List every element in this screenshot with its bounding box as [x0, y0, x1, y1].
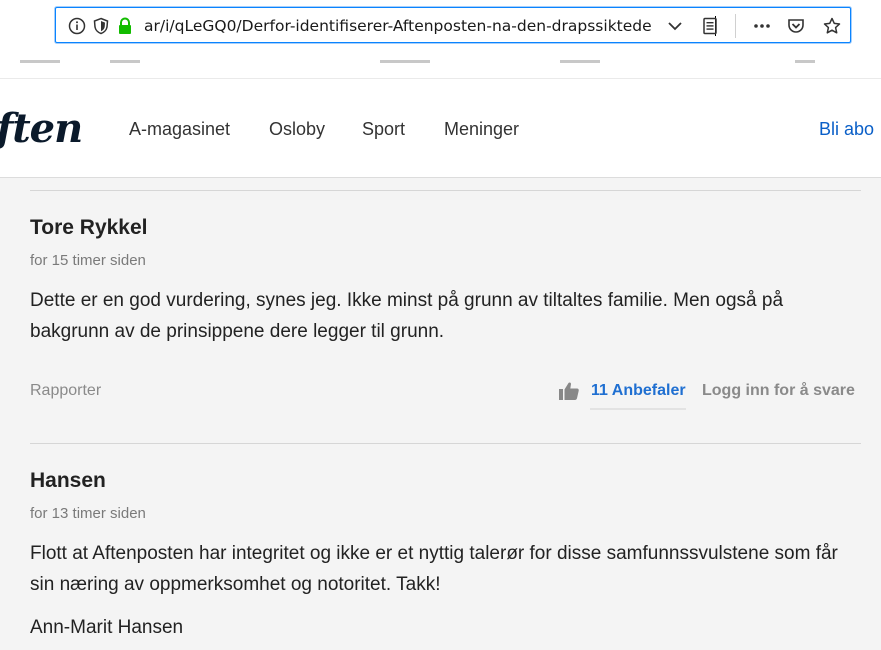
bookmark-star-icon[interactable] — [823, 17, 841, 35]
site-header: ften A-magasinet Osloby Sport Meninger B… — [0, 78, 881, 178]
comment-body: Flott at Aftenposten har integritet og i… — [30, 543, 838, 595]
reader-view-icon[interactable] — [701, 17, 719, 35]
info-icon[interactable] — [68, 17, 86, 35]
comment: Hansen for 13 timer siden Flott at Aften… — [30, 443, 861, 650]
comment-author[interactable]: Hansen — [30, 469, 106, 493]
partial-mark — [560, 60, 600, 63]
nav-meninger[interactable]: Meninger — [444, 119, 519, 140]
dropdown-icon[interactable] — [666, 17, 684, 35]
partial-mark — [110, 60, 140, 63]
lock-icon[interactable] — [116, 17, 134, 35]
partial-mark — [795, 60, 815, 63]
comment-signature: Ann-Marit Hansen — [30, 617, 184, 638]
login-to-reply-link[interactable]: Logg inn for å svare — [702, 382, 855, 400]
browser-toolbar: ar/i/qLeGQ0/Derfor-identifiserer-Aftenpo… — [0, 0, 881, 48]
thumbs-up-icon[interactable] — [558, 381, 580, 401]
site-logo[interactable]: ften — [0, 105, 83, 152]
url-text[interactable]: ar/i/qLeGQ0/Derfor-identifiserer-Aftenpo… — [144, 15, 716, 37]
nav-a-magasinet[interactable]: A-magasinet — [129, 119, 230, 140]
comments-section: Tore Rykkel for 15 timer siden Dette er … — [0, 178, 881, 650]
tracking-shield-icon[interactable] — [92, 17, 110, 35]
recommend-underline — [590, 408, 686, 410]
more-icon[interactable] — [753, 17, 771, 35]
comment-body: Dette er en god vurdering, synes jeg. Ik… — [30, 290, 784, 342]
comment-timestamp: for 13 timer siden — [30, 505, 146, 522]
comment-author[interactable]: Tore Rykkel — [30, 216, 148, 240]
pocket-icon[interactable] — [787, 17, 805, 35]
report-button[interactable]: Rapporter — [30, 382, 101, 400]
toolbar-separator — [735, 14, 736, 38]
nav-osloby[interactable]: Osloby — [269, 119, 325, 140]
comment-timestamp: for 15 timer siden — [30, 252, 146, 269]
nav-sport[interactable]: Sport — [362, 119, 405, 140]
comment: Tore Rykkel for 15 timer siden Dette er … — [30, 190, 861, 443]
partial-mark — [380, 60, 430, 63]
partial-mark — [20, 60, 60, 63]
url-bar[interactable]: ar/i/qLeGQ0/Derfor-identifiserer-Aftenpo… — [55, 7, 851, 43]
subscribe-link[interactable]: Bli abo — [819, 119, 874, 140]
recommend-button[interactable]: 11 Anbefaler — [591, 382, 686, 400]
